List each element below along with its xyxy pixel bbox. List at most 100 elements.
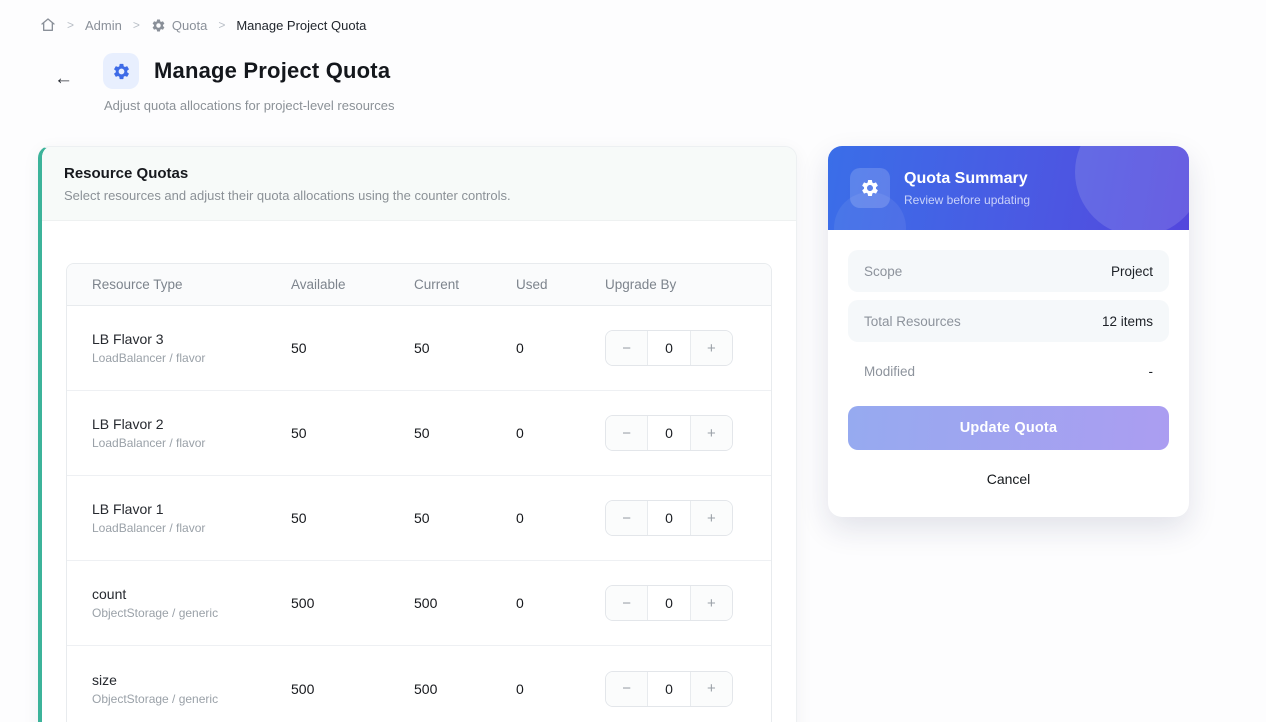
table-header: Resource Type Available Current Used Upg… xyxy=(67,264,771,306)
current-value: 50 xyxy=(414,425,430,441)
resource-type: LoadBalancer / flavor xyxy=(92,351,206,365)
quota-table: Resource Type Available Current Used Upg… xyxy=(66,263,772,722)
page-subtitle: Adjust quota allocations for project-lev… xyxy=(104,98,395,113)
stepper-value: 0 xyxy=(647,416,691,450)
resource-name: LB Flavor 3 xyxy=(92,331,164,347)
used-value: 0 xyxy=(516,510,524,526)
summary-card-header: Quota Summary Review before updating xyxy=(828,146,1189,230)
table-column-header: Resource Type xyxy=(92,277,183,292)
resource-name: LB Flavor 1 xyxy=(92,501,164,517)
summary-value: 12 items xyxy=(1101,313,1153,329)
stepper-value: 0 xyxy=(647,501,691,535)
table-row[interactable]: LB Flavor 2 LoadBalancer / flavor 50 50 … xyxy=(67,391,771,476)
table-column-header: Available xyxy=(291,277,346,292)
decrement-button[interactable]: − xyxy=(606,331,648,365)
back-button[interactable]: ← xyxy=(50,65,77,92)
summary-card-body: Scope Project Total Resources 12 items M… xyxy=(828,230,1189,517)
page-header: ← Manage Project Quota Adjust quota allo… xyxy=(0,33,1266,113)
quantity-stepper: − 0 + xyxy=(605,670,733,707)
summary-label: Scope xyxy=(864,263,903,279)
resource-cell: LB Flavor 3 LoadBalancer / flavor xyxy=(67,331,291,365)
decrement-button[interactable]: − xyxy=(606,416,648,450)
summary-row: Scope Project xyxy=(848,250,1169,292)
quantity-stepper: − 0 + xyxy=(605,585,733,621)
breadcrumb-separator: > xyxy=(132,18,140,32)
current-value: 50 xyxy=(414,510,430,526)
resource-cell: LB Flavor 2 LoadBalancer / flavor xyxy=(67,416,291,450)
breadcrumb-item-label: Quota xyxy=(171,17,208,33)
gear-icon xyxy=(151,18,166,33)
summary-value: - xyxy=(1148,363,1154,379)
table-column-header: Current xyxy=(414,277,460,292)
used-value: 0 xyxy=(516,340,524,356)
summary-row: Modified - xyxy=(848,350,1169,392)
increment-button[interactable]: + xyxy=(690,331,732,365)
used-value: 0 xyxy=(516,680,524,697)
table-column-header: Upgrade By xyxy=(605,277,677,292)
summary-value: Project xyxy=(1110,263,1153,279)
gear-icon xyxy=(113,63,129,79)
resource-card-title: Resource Quotas xyxy=(64,165,189,182)
quantity-stepper: − 0 + xyxy=(605,415,733,451)
update-quota-button[interactable]: Update Quota xyxy=(848,406,1169,450)
resource-card-header: Resource Quotas Select resources and adj… xyxy=(42,147,796,221)
decrement-button[interactable]: − xyxy=(606,671,648,706)
table-row[interactable]: count ObjectStorage / generic 500 500 0 … xyxy=(67,561,771,646)
decrement-button[interactable]: − xyxy=(606,586,648,620)
resource-cell: size ObjectStorage / generic xyxy=(67,672,291,706)
resource-cell: LB Flavor 1 LoadBalancer / flavor xyxy=(67,501,291,535)
summary-label: Total Resources xyxy=(864,313,961,329)
summary-label: Modified xyxy=(864,363,916,379)
resource-name: LB Flavor 2 xyxy=(92,416,164,432)
upgrade-cell: − 0 + xyxy=(605,415,771,451)
resource-name: count xyxy=(92,586,127,602)
gear-icon xyxy=(862,180,878,196)
breadcrumb-item-quota[interactable]: Quota xyxy=(151,18,207,33)
table-body: LB Flavor 3 LoadBalancer / flavor 50 50 … xyxy=(67,306,771,722)
cancel-button[interactable]: Cancel xyxy=(977,465,1041,493)
available-value: 50 xyxy=(291,340,307,356)
summary-row: Total Resources 12 items xyxy=(848,300,1169,342)
upgrade-cell: − 0 + xyxy=(605,670,771,707)
increment-button[interactable]: + xyxy=(690,416,732,450)
main-content: Resource Quotas Select resources and adj… xyxy=(0,146,1266,722)
resource-card-subtitle: Select resources and adjust their quota … xyxy=(64,188,511,203)
breadcrumb-item-admin[interactable]: Admin xyxy=(85,18,122,33)
decrement-button[interactable]: − xyxy=(606,501,648,535)
current-value: 500 xyxy=(414,680,438,697)
current-value: 500 xyxy=(414,595,438,611)
upgrade-cell: − 0 + xyxy=(605,585,771,621)
summary-rows: Scope Project Total Resources 12 items M… xyxy=(848,250,1169,392)
table-row[interactable]: LB Flavor 1 LoadBalancer / flavor 50 50 … xyxy=(67,476,771,561)
resource-type: ObjectStorage / generic xyxy=(92,606,219,620)
used-value: 0 xyxy=(516,425,524,441)
summary-icon-tile xyxy=(850,168,890,208)
stepper-value: 0 xyxy=(647,671,691,706)
resource-type: LoadBalancer / flavor xyxy=(92,521,206,535)
quota-summary-card: Quota Summary Review before updating Sco… xyxy=(828,146,1189,517)
home-icon[interactable] xyxy=(40,17,56,33)
used-value: 0 xyxy=(516,595,524,611)
current-value: 50 xyxy=(414,340,430,356)
breadcrumb-separator: > xyxy=(218,18,226,32)
table-column-header: Used xyxy=(516,277,548,292)
table-row[interactable]: LB Flavor 3 LoadBalancer / flavor 50 50 … xyxy=(67,306,771,391)
upgrade-cell: − 0 + xyxy=(605,500,771,536)
upgrade-cell: − 0 + xyxy=(605,330,771,366)
stepper-value: 0 xyxy=(647,331,691,365)
table-row[interactable]: size ObjectStorage / generic 500 500 0 −… xyxy=(67,646,771,722)
quantity-stepper: − 0 + xyxy=(605,330,733,366)
breadcrumb: > Admin > Quota > Manage Project Quota xyxy=(0,0,1266,33)
quantity-stepper: − 0 + xyxy=(605,500,733,536)
page-title-icon-tile xyxy=(103,53,139,89)
summary-card-subtitle: Review before updating xyxy=(904,192,1031,207)
increment-button[interactable]: + xyxy=(690,586,732,620)
available-value: 50 xyxy=(291,425,307,441)
breadcrumb-separator: > xyxy=(67,18,75,32)
resource-card-body: Resource Type Available Current Used Upg… xyxy=(42,221,796,722)
resource-type: LoadBalancer / flavor xyxy=(92,436,206,450)
resource-quotas-card: Resource Quotas Select resources and adj… xyxy=(38,146,797,722)
increment-button[interactable]: + xyxy=(690,671,732,706)
increment-button[interactable]: + xyxy=(690,501,732,535)
available-value: 50 xyxy=(291,510,307,526)
